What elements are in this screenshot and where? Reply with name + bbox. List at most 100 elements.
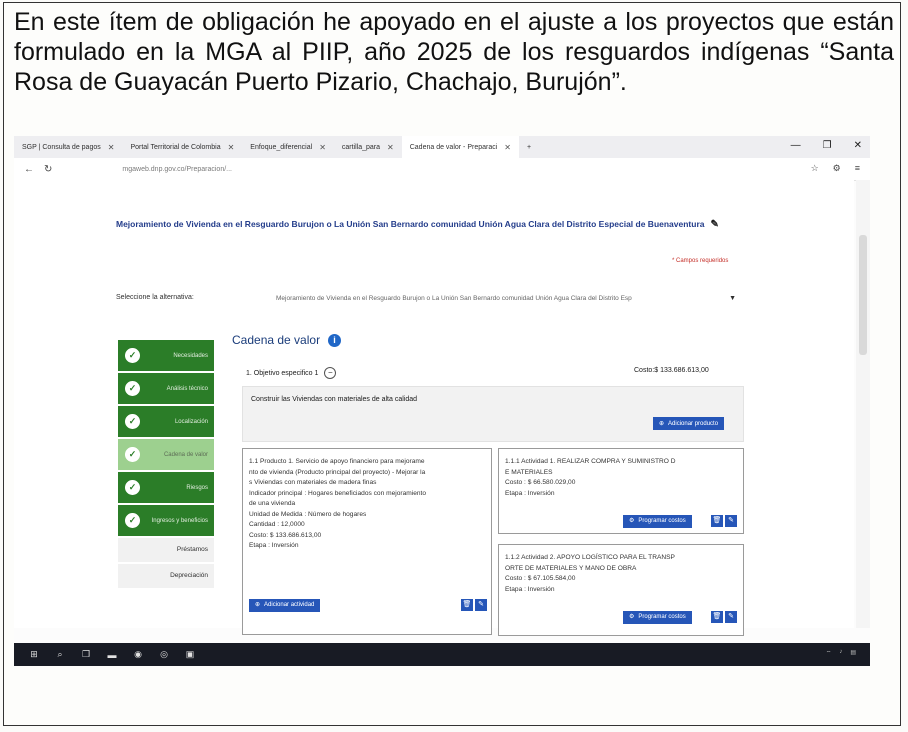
volume-icon[interactable]: ♪ [839, 649, 842, 657]
step-localizacion[interactable]: ✓ Localización [118, 406, 214, 437]
search-icon[interactable]: ⌕ [54, 649, 66, 661]
info-icon[interactable]: i [328, 333, 342, 347]
toolbar-icons: ☆ ⚙ ≡ [811, 163, 860, 174]
check-icon: ✓ [125, 348, 140, 363]
gear-icon: ⚙ [629, 518, 635, 525]
activity-card-1: 1.1.1 Actividad 1. REALIZAR COMPRA Y SUM… [498, 448, 744, 534]
add-product-button[interactable]: ⊕ Adicionar producto [653, 417, 725, 430]
web-page: Mejoramiento de Vivienda en el Resguardo… [14, 180, 854, 636]
add-activity-button[interactable]: ⊕ Adicionar actividad [249, 599, 321, 612]
activity-line: Costo : $ 66.580.029,00 [505, 479, 576, 486]
button-label: Programar costos [638, 518, 686, 525]
side-link-prestamos[interactable]: Préstamos [118, 538, 214, 562]
page-scrollbar[interactable] [856, 180, 870, 628]
delete-icon[interactable]: 🗑 [461, 599, 473, 611]
step-cadena-de-valor[interactable]: ✓ Cadena de valor [118, 439, 214, 470]
extensions-icon[interactable]: ⚙ [833, 163, 841, 174]
programar-costos-button[interactable]: ⚙ Programar costos [623, 611, 692, 624]
close-icon[interactable]: ✕ [228, 143, 235, 152]
minimize-icon[interactable]: — [791, 140, 801, 151]
required-note: * Campos requeridos [672, 258, 729, 264]
tab-label: Cadena de valor - Preparaci [409, 143, 498, 151]
collapse-icon[interactable]: − [324, 367, 337, 379]
alternative-select[interactable]: Mejoramiento de Vivienda en el Resguardo… [276, 291, 736, 305]
product-line: Etapa : Inversión [249, 542, 299, 549]
task-view-icon[interactable]: ❒ [80, 649, 92, 661]
close-window-icon[interactable]: ✕ [854, 140, 862, 151]
activity-card-2: 1.1.2 Actividad 2. APOYO LOGÍSTICO PARA … [498, 544, 744, 636]
step-analisis-tecnico[interactable]: ✓ Análisis técnico [118, 373, 214, 404]
close-icon[interactable]: ✕ [319, 143, 326, 152]
bookmark-star-icon[interactable]: ☆ [811, 163, 819, 174]
check-icon: ✓ [125, 480, 140, 495]
step-label: Riesgos [186, 484, 208, 491]
step-necesidades[interactable]: ✓ Necesidades [118, 340, 214, 371]
button-label: Programar costos [638, 614, 686, 621]
alternative-value: Mejoramiento de Vivienda en el Resguardo… [276, 294, 632, 302]
check-icon: ✓ [125, 447, 140, 462]
product-line: de una vivienda [249, 500, 296, 507]
menu-icon[interactable]: ≡ [855, 163, 860, 174]
restore-icon[interactable]: ❐ [823, 140, 832, 151]
edit-pencil-icon[interactable]: ✎ [711, 216, 719, 233]
side-link-depreciacion[interactable]: Depreciación [118, 564, 214, 588]
activity-details: 1.1.1 Actividad 1. REALIZAR COMPRA Y SUM… [505, 457, 741, 499]
chrome-icon[interactable]: ◎ [158, 649, 170, 661]
check-icon: ✓ [125, 381, 140, 396]
objective-header[interactable]: 1. Objetivo especifico 1− [246, 367, 337, 379]
project-title: Mejoramiento de Vivienda en el Resguardo… [116, 216, 756, 233]
app-icon[interactable]: ▣ [184, 649, 196, 661]
file-explorer-icon[interactable]: ▬ [106, 649, 118, 661]
browser-tab[interactable]: cartilla_para ✕ [334, 136, 402, 158]
notification-icon[interactable]: ▤ [850, 649, 856, 657]
process-steps: ✓ Necesidades ✓ Análisis técnico ✓ Localiza… [118, 340, 214, 588]
step-label: Localización [174, 418, 208, 425]
address-bar: ← ↻ mgaweb.dnp.gov.co/Preparacion/... ☆ … [14, 158, 870, 181]
delete-icon[interactable]: 🗑 [711, 515, 723, 527]
browser-icon[interactable]: ◉ [132, 649, 144, 661]
delete-icon[interactable]: 🗑 [711, 611, 723, 623]
objective-text: 1. Objetivo especifico 1 [246, 369, 319, 377]
scrollbar-thumb[interactable] [859, 235, 867, 355]
reload-icon[interactable]: ↻ [44, 164, 52, 175]
edit-icon[interactable]: ✎ [725, 515, 737, 527]
system-tray: ⌔ ♪ ▤ [826, 649, 856, 657]
browser-tab[interactable]: SGP | Consulta de pagos ✕ [14, 136, 122, 158]
new-tab-button[interactable]: + [519, 136, 539, 158]
url-field[interactable]: mgaweb.dnp.gov.co/Preparacion/... [122, 166, 232, 173]
browser-tab[interactable]: Enfoque_diferencial ✕ [242, 136, 334, 158]
browser-tab-bar: SGP | Consulta de pagos ✕ Portal Territor… [14, 136, 870, 158]
plus-icon: ⊕ [255, 602, 261, 609]
gear-icon: ⚙ [629, 614, 635, 621]
step-riesgos[interactable]: ✓ Riesgos [118, 472, 214, 503]
product-line: s Viviendas con materiales de madera fin… [249, 479, 377, 486]
button-label: Adicionar producto [668, 420, 719, 427]
step-ingresos-beneficios[interactable]: ✓ Ingresos y beneficios [118, 505, 214, 536]
objective-description: Construir las Viviendas con materiales d… [251, 396, 418, 403]
button-label: Adicionar actividad [264, 602, 315, 609]
browser-tab-active[interactable]: Cadena de valor - Preparaci ✕ [401, 136, 519, 158]
close-icon[interactable]: ✕ [504, 143, 511, 152]
edit-icon[interactable]: ✎ [725, 611, 737, 623]
back-icon[interactable]: ← [24, 164, 34, 175]
close-icon[interactable]: ✕ [108, 143, 115, 152]
step-label: Necesidades [173, 352, 208, 359]
network-icon[interactable]: ⌔ [826, 649, 832, 657]
product-line: Costo: $ 133.686.613,00 [249, 531, 322, 539]
step-label: Análisis técnico [166, 385, 208, 392]
check-icon: ✓ [125, 414, 140, 429]
step-label: Ingresos y beneficios [151, 517, 208, 524]
alternative-label: Seleccione la alternativa: [116, 294, 194, 301]
edit-icon[interactable]: ✎ [475, 599, 487, 611]
programar-costos-button[interactable]: ⚙ Programar costos [623, 515, 692, 528]
windows-start-icon[interactable]: ⊞ [28, 649, 40, 661]
browser-tab[interactable]: Portal Territorial de Colombia ✕ [122, 136, 242, 158]
tab-label: SGP | Consulta de pagos [22, 143, 101, 151]
section-title-text: Cadena de valor [232, 333, 321, 347]
activity-line: E MATERIALES [505, 468, 553, 476]
tab-label: Enfoque_diferencial [250, 143, 313, 151]
document-frame: En este ítem de obligación he apoyado en… [3, 2, 901, 726]
chevron-down-icon: ▼ [729, 294, 736, 302]
activity-line: ORTE DE MATERIALES Y MANO DE OBRA [505, 564, 637, 572]
close-icon[interactable]: ✕ [387, 143, 394, 152]
